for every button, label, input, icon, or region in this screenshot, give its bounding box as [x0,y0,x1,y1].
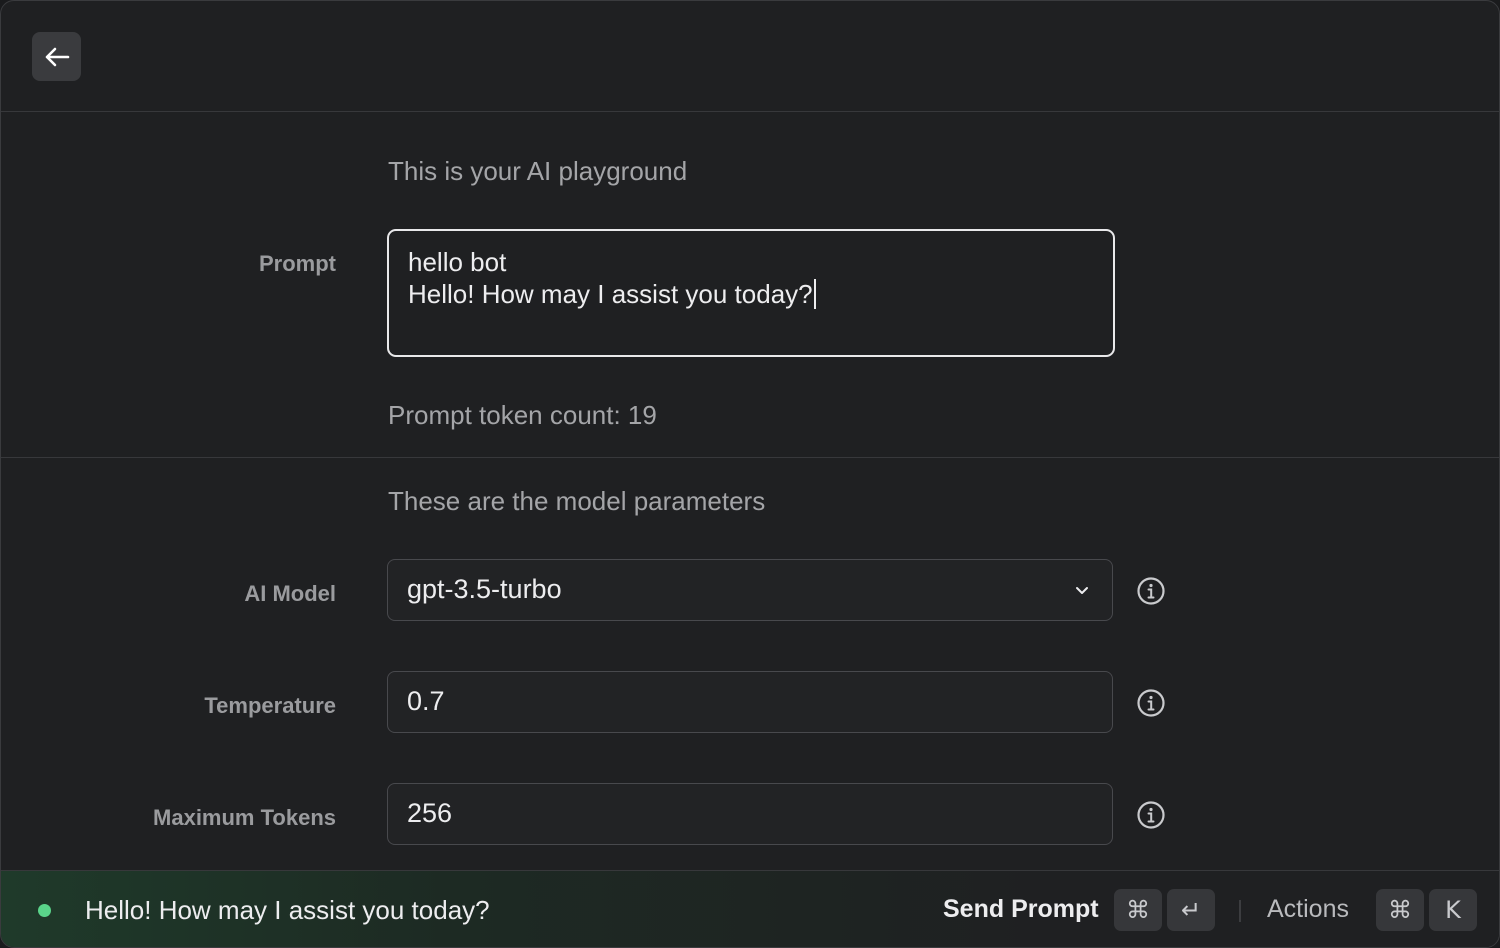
temperature-value: 0.7 [407,686,445,716]
top-bar [1,1,1499,112]
prompt-textarea[interactable]: hello bot Hello! How may I assist you to… [387,229,1115,357]
actions-button[interactable]: Actions [1267,895,1349,924]
ai-model-info-icon[interactable] [1136,576,1166,606]
max-tokens-value: 256 [407,798,453,828]
max-tokens-input[interactable]: 256 [387,783,1113,845]
max-tokens-label: Maximum Tokens [153,805,336,830]
text-caret [813,279,816,309]
status-indicator-dot [38,904,51,917]
prompt-token-count: Prompt token count: 19 [388,400,657,430]
temperature-label: Temperature [204,693,336,718]
prompt-label: Prompt [259,251,336,276]
prompt-line-2: Hello! How may I assist you today? [408,279,816,310]
params-section-caption: These are the model parameters [388,486,766,516]
app-window: This is your AI playground Prompt hello … [0,0,1500,948]
return-key-icon: ↵ [1167,889,1215,931]
send-prompt-button[interactable]: Send Prompt [943,895,1099,924]
max-tokens-info-icon[interactable] [1136,800,1166,830]
status-message: Hello! How may I assist you today? [85,895,490,925]
section-divider [1,457,1499,458]
ai-model-select[interactable]: gpt-3.5-turbo [387,559,1113,621]
ai-model-value: gpt-3.5-turbo [407,574,562,604]
status-separator [1239,900,1241,922]
back-button[interactable] [32,32,81,81]
actions-command-key-icon: ⌘ [1376,889,1424,931]
command-key-icon: ⌘ [1114,889,1162,931]
prompt-line-2-text: Hello! How may I assist you today? [408,279,813,309]
prompt-line-1: hello bot [408,247,507,277]
temperature-input[interactable]: 0.7 [387,671,1113,733]
ai-model-label: AI Model [244,581,336,606]
prompt-section-caption: This is your AI playground [388,156,688,186]
arrow-left-icon [45,47,69,66]
chevron-down-icon [1076,587,1088,594]
status-bar: Hello! How may I assist you today? Send … [1,870,1499,947]
temperature-info-icon[interactable] [1136,688,1166,718]
actions-k-key: K [1429,889,1477,931]
